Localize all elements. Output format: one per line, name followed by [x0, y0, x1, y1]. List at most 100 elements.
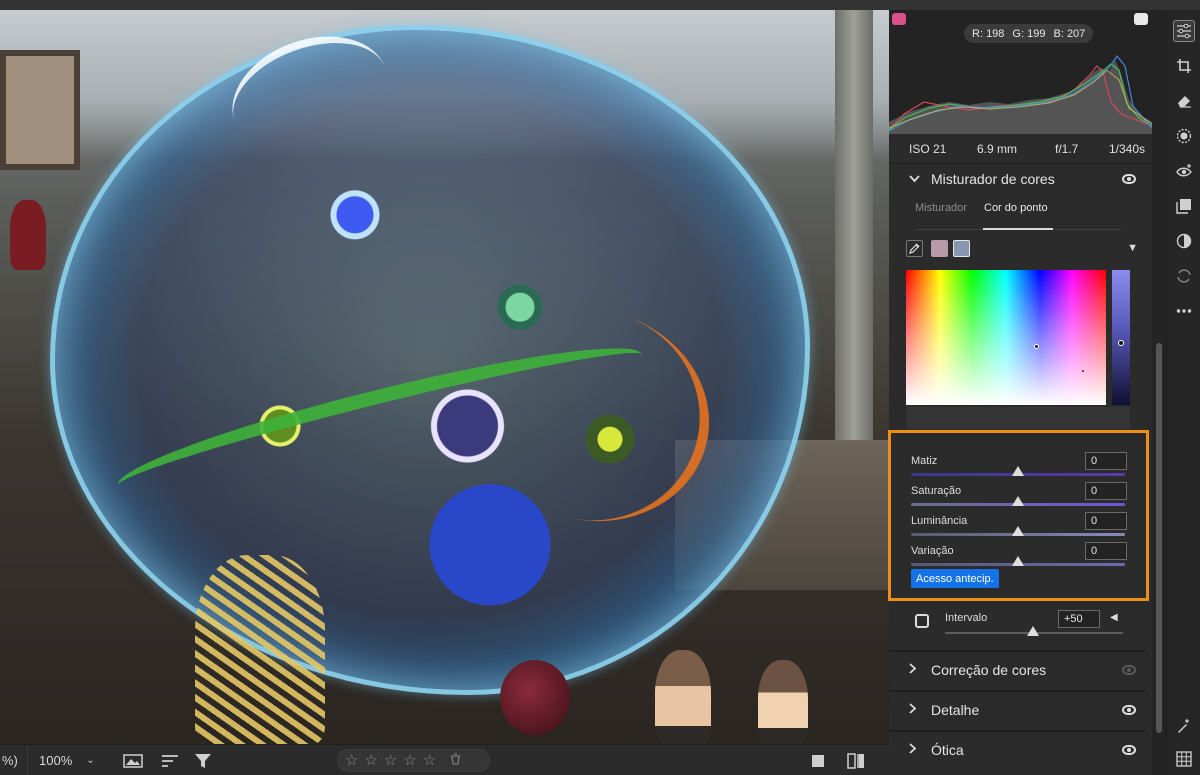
exif-aperture: f/1.7 [1055, 141, 1079, 156]
color-mixer-header[interactable]: Misturador de cores [889, 160, 1152, 198]
star-icon[interactable]: ☆ [345, 753, 358, 768]
fit-zoom-label[interactable]: %) [0, 745, 22, 775]
exif-focal-length: 6.9 mm [977, 141, 1018, 156]
eye-icon[interactable] [1122, 665, 1136, 675]
range-reset-icon[interactable]: ◀ [1110, 612, 1118, 623]
slider-label: Matiz [911, 455, 938, 467]
grid-icon[interactable] [1173, 748, 1195, 770]
slider-thumb[interactable] [1012, 466, 1024, 476]
histogram-graph [889, 54, 1152, 134]
slider-saturacao: Saturação 0 [911, 482, 1127, 515]
selected-color-swatch[interactable] [953, 240, 970, 257]
star-icon[interactable]: ☆ [364, 753, 377, 768]
color-field-handle[interactable] [1034, 344, 1039, 349]
section-title: Ótica [931, 742, 964, 758]
star-rating[interactable]: ☆ ☆ ☆ ☆ ☆ [337, 749, 490, 772]
tab-cor-do-ponto[interactable]: Cor do ponto [984, 202, 1048, 214]
active-tab-indicator [983, 228, 1053, 230]
edit-panel: R: 198 G: 199 B: 207 ISO 21 6.9 mm f/1.7… [888, 10, 1152, 775]
exif-iso: ISO 21 [909, 141, 947, 156]
luminance-handle[interactable] [1118, 340, 1124, 346]
sort-icon[interactable] [160, 751, 180, 771]
chevron-right-icon [909, 663, 917, 677]
scrollbar-thumb[interactable] [1156, 343, 1162, 733]
slider-value-field[interactable]: 0 [1085, 512, 1127, 530]
panel-scrollbar[interactable] [1152, 10, 1166, 775]
color-field-marker [1082, 370, 1084, 372]
fit-zoom-text: %) [2, 753, 18, 768]
caret-down-icon[interactable]: ▼ [1127, 242, 1138, 254]
trash-icon[interactable] [450, 753, 461, 768]
star-icon[interactable]: ☆ [384, 753, 397, 768]
mixer-tabs: Misturador Cor do ponto [915, 200, 1121, 230]
photo-figurine-left [655, 650, 711, 744]
zoom-value: 100% [39, 753, 73, 768]
eye-icon[interactable] [1122, 174, 1136, 184]
slider-matiz: Matiz 0 [911, 452, 1127, 485]
eraser-icon[interactable] [1173, 90, 1195, 112]
eye-icon[interactable] [1122, 745, 1136, 755]
section-title: Correção de cores [931, 662, 1047, 678]
slider-thumb[interactable] [1012, 556, 1024, 566]
chevron-down-icon: ⌄ [86, 755, 95, 766]
eye-icon[interactable] [1122, 705, 1136, 715]
tool-strip [1166, 10, 1200, 775]
photo-vase [500, 660, 570, 735]
masking-icon[interactable] [1173, 125, 1195, 147]
versions-icon[interactable] [1173, 265, 1195, 287]
histogram: R: 198 G: 199 B: 207 [889, 10, 1152, 134]
point-color-adjustments: Matiz 0 Saturação 0 Luminância 0 Variaçã… [888, 430, 1149, 601]
photo-skeleton-figure [195, 555, 325, 744]
luminance-bar[interactable] [1112, 270, 1130, 405]
tab-misturador[interactable]: Misturador [915, 202, 967, 214]
range-slider-thumb[interactable] [1027, 626, 1039, 636]
point-color-tools: ▼ [906, 240, 1138, 260]
compare-view-icon[interactable] [846, 751, 866, 771]
star-icon[interactable]: ☆ [423, 753, 436, 768]
sampled-color-swatch[interactable] [931, 240, 948, 257]
range-label: Intervalo [945, 612, 988, 624]
single-view-icon[interactable] [808, 751, 828, 771]
chevron-right-icon [909, 703, 917, 717]
filmstrip-icon[interactable] [123, 751, 143, 771]
presets-icon[interactable] [1173, 195, 1195, 217]
red-eye-icon[interactable] [1173, 160, 1195, 182]
section-title: Detalhe [931, 702, 980, 718]
slider-label: Variação [911, 545, 954, 557]
zoom-dropdown[interactable]: 100% ⌄ [27, 745, 105, 775]
slider-thumb[interactable] [1012, 526, 1024, 536]
photo-figurine-right [758, 660, 808, 744]
photo-canvas[interactable] [0, 10, 889, 744]
slider-label: Luminância [911, 515, 968, 527]
snapshots-icon[interactable] [1173, 230, 1195, 252]
range-value-field[interactable]: +50 [1058, 610, 1100, 628]
filmstrip-toolbar: %) 100% ⌄ ☆ ☆ ☆ ☆ ☆ [0, 744, 889, 775]
exif-shutter: 1/340s [1109, 141, 1146, 156]
chevron-down-icon [909, 172, 920, 186]
title-strip [0, 0, 1200, 10]
crop-icon[interactable] [1173, 55, 1195, 77]
eyedropper-icon[interactable] [906, 240, 923, 257]
slider-value-field[interactable]: 0 [1085, 452, 1127, 470]
slider-luminancia: Luminância 0 [911, 512, 1127, 545]
range-visualize-icon[interactable] [915, 614, 929, 628]
photo-frame [0, 50, 80, 170]
color-field-footer [906, 407, 1130, 429]
filter-icon[interactable] [193, 751, 213, 771]
slider-thumb[interactable] [1012, 496, 1024, 506]
section-detalhe[interactable]: Detalhe [889, 691, 1152, 729]
range-control: Intervalo +50 ◀ [889, 606, 1152, 650]
hue-saturation-field[interactable] [906, 270, 1106, 405]
star-icon[interactable]: ☆ [403, 753, 416, 768]
chevron-right-icon [909, 743, 917, 757]
healing-brush-icon[interactable] [1173, 715, 1195, 737]
slider-value-field[interactable]: 0 [1085, 542, 1127, 560]
photo-red-vase [10, 200, 46, 270]
section-otica[interactable]: Ótica [889, 731, 1152, 769]
section-correcao-de-cores[interactable]: Correção de cores [889, 651, 1152, 689]
slider-label: Saturação [911, 485, 962, 497]
early-access-button[interactable]: Acesso antecip. [911, 569, 999, 588]
edit-sliders-icon[interactable] [1173, 20, 1195, 42]
more-icon[interactable] [1173, 300, 1195, 322]
slider-value-field[interactable]: 0 [1085, 482, 1127, 500]
